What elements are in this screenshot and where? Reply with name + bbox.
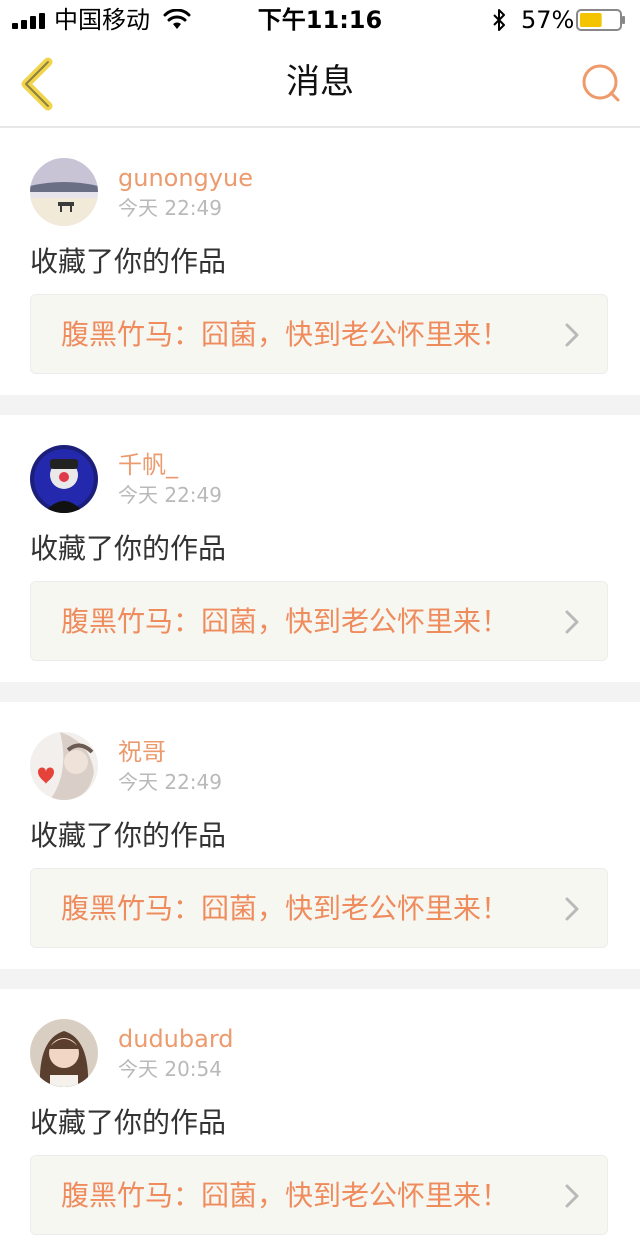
status-bar: 中国移动 下午11:16 57% (0, 0, 640, 40)
work-title: 腹黑竹马：囧菌，快到老公怀里来！ (61, 318, 510, 351)
action-text: 收藏了你的作品 (30, 245, 227, 278)
avatar[interactable] (30, 1019, 98, 1087)
search-icon (582, 64, 620, 102)
battery-percent: 57% (521, 6, 575, 34)
search-button[interactable] (578, 60, 626, 108)
chevron-right-icon (565, 323, 579, 347)
divider (0, 969, 640, 989)
avatar[interactable] (30, 158, 98, 226)
action-text: 收藏了你的作品 (30, 819, 227, 852)
divider (0, 682, 640, 702)
work-link[interactable]: 腹黑竹马：囧菌，快到老公怀里来！ (30, 868, 608, 948)
message-item: 千帆_ 今天 22:49 收藏了你的作品 腹黑竹马：囧菌，快到老公怀里来！ (0, 415, 640, 682)
page-title: 消息 (286, 62, 354, 102)
action-text: 收藏了你的作品 (30, 1106, 227, 1139)
work-link[interactable]: 腹黑竹马：囧菌，快到老公怀里来！ (30, 294, 608, 374)
chevron-right-icon (565, 610, 579, 634)
avatar-image (30, 158, 98, 226)
username[interactable]: dudubard (118, 1025, 234, 1053)
message-list: gunongyue 今天 22:49 收藏了你的作品 腹黑竹马：囧菌，快到老公怀… (0, 128, 640, 1256)
message-item: dudubard 今天 20:54 收藏了你的作品 腹黑竹马：囧菌，快到老公怀里… (0, 989, 640, 1256)
work-title: 腹黑竹马：囧菌，快到老公怀里来！ (61, 1179, 510, 1212)
work-link[interactable]: 腹黑竹马：囧菌，快到老公怀里来！ (30, 581, 608, 661)
battery-icon (576, 9, 625, 31)
avatar[interactable] (30, 445, 98, 513)
username[interactable]: gunongyue (118, 164, 253, 192)
work-title: 腹黑竹马：囧菌，快到老公怀里来！ (61, 605, 510, 638)
work-link[interactable]: 腹黑竹马：囧菌，快到老公怀里来！ (30, 1155, 608, 1235)
message-item: gunongyue 今天 22:49 收藏了你的作品 腹黑竹马：囧菌，快到老公怀… (0, 128, 640, 395)
timestamp: 今天 22:49 (118, 196, 222, 220)
avatar-image (30, 1019, 98, 1087)
timestamp: 今天 20:54 (118, 1057, 222, 1081)
work-title: 腹黑竹马：囧菌，快到老公怀里来！ (61, 892, 510, 925)
nav-bar: 消息 (0, 40, 640, 128)
avatar-image (30, 445, 98, 513)
avatar-image (30, 732, 98, 800)
message-item: 祝哥 今天 22:49 收藏了你的作品 腹黑竹马：囧菌，快到老公怀里来！ (0, 702, 640, 969)
bluetooth-icon (493, 9, 505, 31)
avatar[interactable] (30, 732, 98, 800)
chevron-right-icon (565, 897, 579, 921)
username[interactable]: 千帆_ (118, 451, 178, 479)
chevron-right-icon (565, 1184, 579, 1208)
timestamp: 今天 22:49 (118, 770, 222, 794)
timestamp: 今天 22:49 (118, 483, 222, 507)
divider (0, 395, 640, 415)
username[interactable]: 祝哥 (118, 738, 166, 766)
action-text: 收藏了你的作品 (30, 532, 227, 565)
